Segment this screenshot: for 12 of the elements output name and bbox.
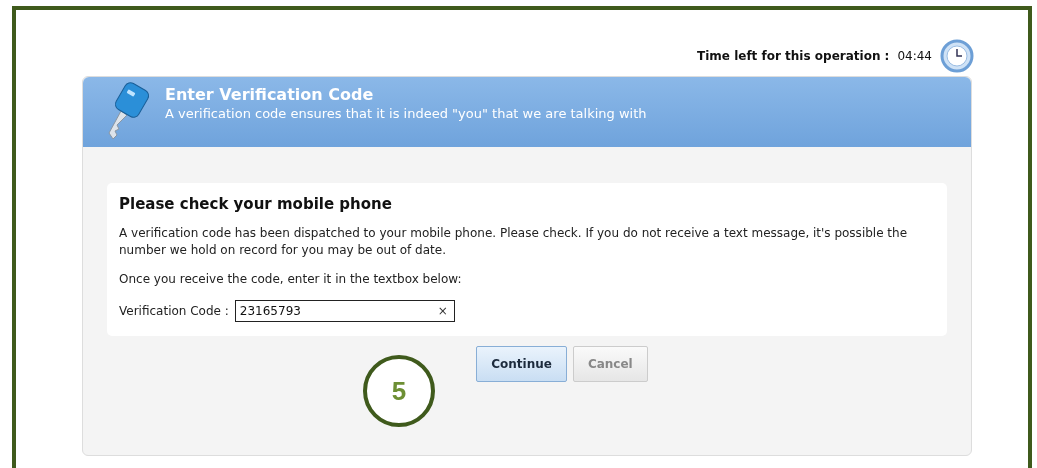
- dialog-subtitle: A verification code ensures that it is indeed "you" that we are talking with: [165, 106, 647, 121]
- timer-value: 04:44: [897, 49, 932, 63]
- clear-button[interactable]: ×: [437, 304, 448, 318]
- continue-button[interactable]: Continue: [476, 346, 567, 382]
- field-label: Verification Code :: [119, 304, 229, 318]
- card-heading: Please check your mobile phone: [119, 195, 393, 213]
- clock-icon: [940, 39, 974, 73]
- instruction-text: Once you receive the code, enter it in the textbox below:: [119, 271, 463, 288]
- timer-label: Time left for this operation :: [697, 49, 890, 63]
- dialog-title: Enter Verification Code: [165, 85, 375, 104]
- verification-code-field[interactable]: 23165793 ×: [234, 300, 455, 322]
- message-text: A verification code has been dispatched to your mobile phone. Please check. If you do not receive a text message, it's possible the number we hold on record for you may be out of date.: [119, 225, 909, 259]
